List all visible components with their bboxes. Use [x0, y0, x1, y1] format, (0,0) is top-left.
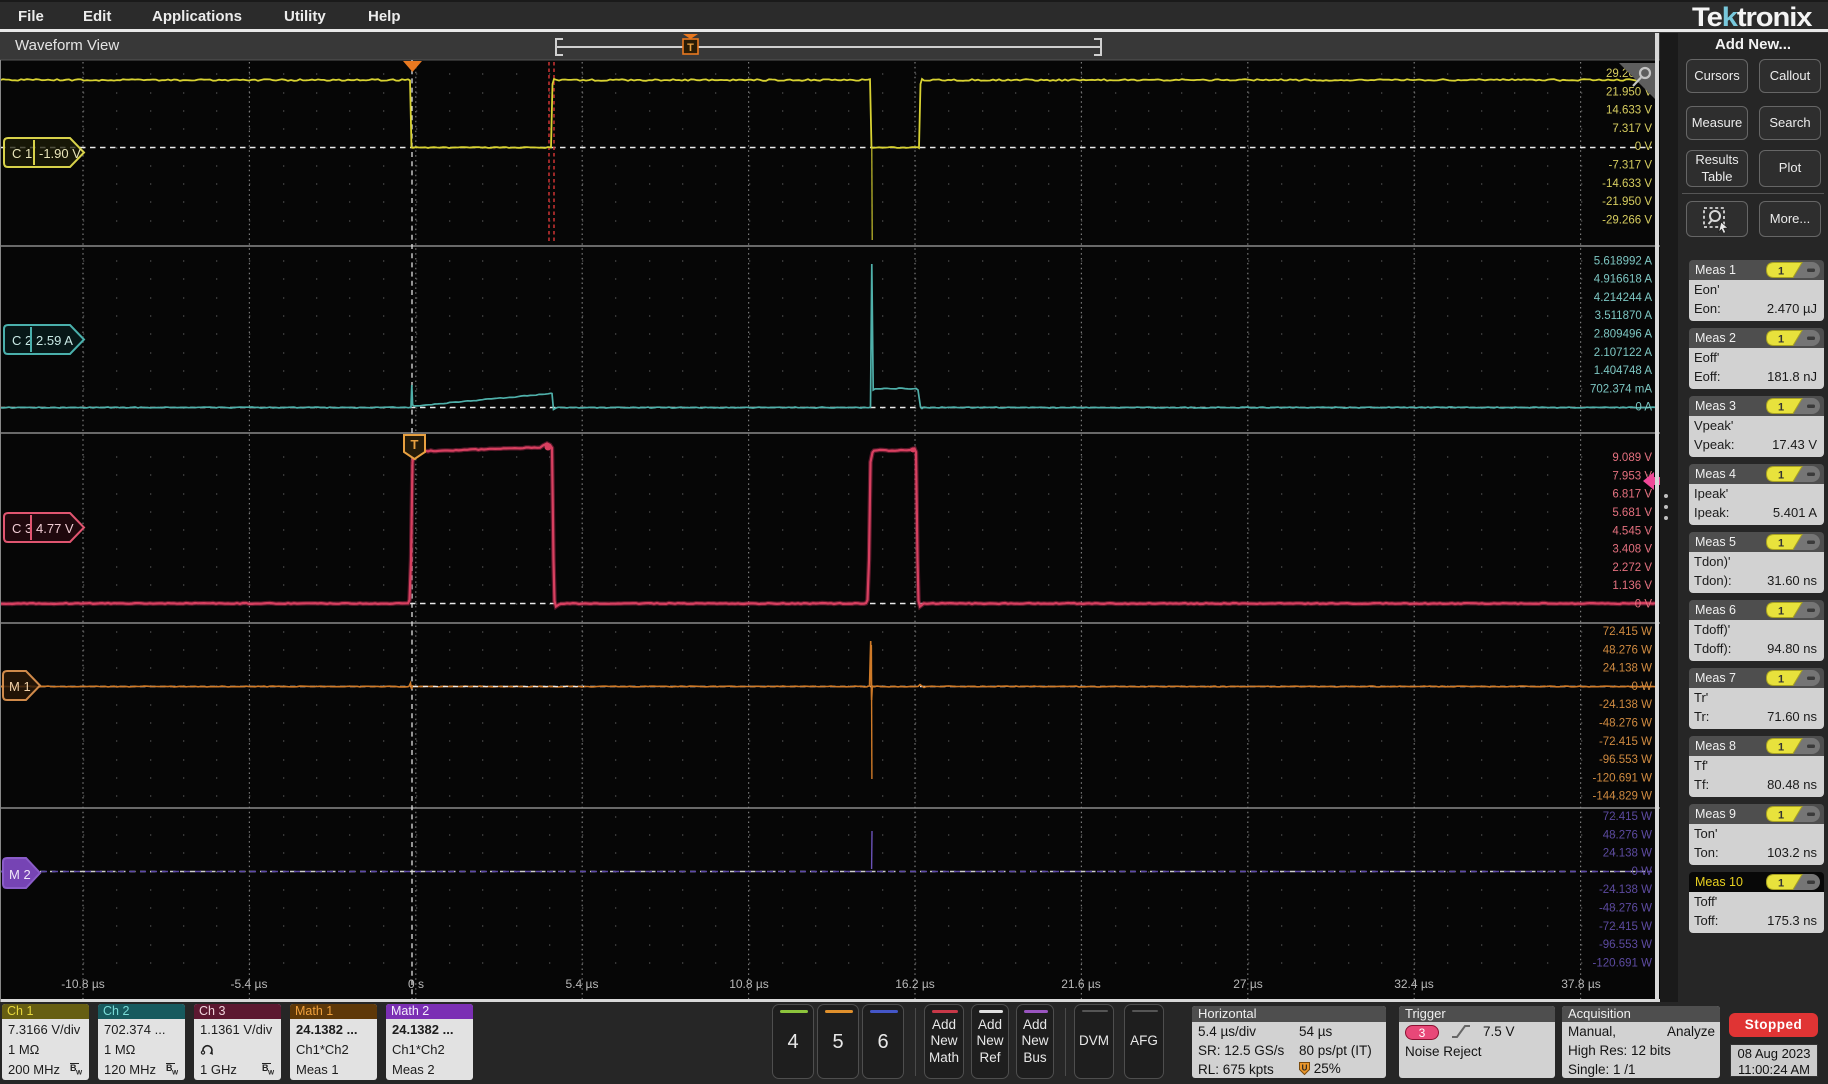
svg-text:6.817 V: 6.817 V	[1612, 489, 1652, 501]
svg-text:-144.829 W: -144.829 W	[1593, 791, 1653, 803]
svg-text:C 1: C 1	[12, 146, 32, 161]
svg-text:2.809496 A: 2.809496 A	[1594, 329, 1653, 341]
svg-text:U: U	[1302, 1064, 1308, 1073]
svg-text:5.681 V: 5.681 V	[1612, 507, 1652, 519]
svg-text:-24.138 W: -24.138 W	[1599, 884, 1652, 896]
svg-text:1: 1	[1778, 742, 1784, 754]
svg-text:9.089 V: 9.089 V	[1612, 452, 1652, 464]
svg-text:-24.138 W: -24.138 W	[1599, 699, 1652, 711]
svg-text:1: 1	[1778, 470, 1784, 482]
svg-text:W: W	[268, 1070, 275, 1076]
svg-text:16.2 µs: 16.2 µs	[895, 977, 935, 991]
svg-text:0 A: 0 A	[1635, 402, 1652, 414]
svg-text:-48.276 W: -48.276 W	[1599, 903, 1652, 915]
svg-text:C 2: C 2	[12, 333, 32, 348]
svg-text:-96.553 W: -96.553 W	[1599, 754, 1652, 766]
svg-text:-72.415 W: -72.415 W	[1599, 921, 1652, 933]
svg-text:1: 1	[1778, 674, 1784, 686]
svg-text:1.136 V: 1.136 V	[1612, 580, 1652, 592]
svg-text:702.374 mA: 702.374 mA	[1590, 383, 1652, 395]
svg-text:72.415 W: 72.415 W	[1603, 626, 1652, 638]
svg-text:C 3: C 3	[12, 521, 32, 536]
svg-text:0 s: 0 s	[408, 977, 424, 991]
svg-text:5.618992 A: 5.618992 A	[1594, 255, 1653, 267]
svg-text:5.4 µs: 5.4 µs	[566, 977, 599, 991]
svg-text:10.8 µs: 10.8 µs	[729, 977, 769, 991]
svg-text:1: 1	[1778, 402, 1784, 414]
svg-text:M 2: M 2	[9, 867, 31, 882]
svg-text:2.59 A: 2.59 A	[36, 333, 73, 348]
svg-text:-10.8 µs: -10.8 µs	[61, 977, 105, 991]
svg-text:M 1: M 1	[9, 679, 31, 694]
svg-text:24.138 W: 24.138 W	[1603, 848, 1652, 860]
svg-text:2.272 V: 2.272 V	[1612, 562, 1652, 574]
svg-text:1.404748 A: 1.404748 A	[1594, 365, 1653, 377]
svg-text:0 W: 0 W	[1632, 681, 1653, 693]
svg-text:-72.415 W: -72.415 W	[1599, 736, 1652, 748]
svg-text:1: 1	[1778, 878, 1784, 890]
svg-text:4.545 V: 4.545 V	[1612, 525, 1652, 537]
svg-text:37.8 µs: 37.8 µs	[1561, 977, 1601, 991]
svg-text:3.408 V: 3.408 V	[1612, 544, 1652, 556]
svg-text:-1.90 V: -1.90 V	[39, 146, 81, 161]
svg-text:-21.950 V: -21.950 V	[1602, 196, 1652, 208]
svg-text:0 V: 0 V	[1635, 141, 1653, 153]
svg-text:2.107122 A: 2.107122 A	[1594, 347, 1653, 359]
svg-text:24.138 W: 24.138 W	[1603, 663, 1652, 675]
svg-text:0 W: 0 W	[1632, 866, 1653, 878]
svg-text:1: 1	[1778, 334, 1784, 346]
svg-text:W: W	[76, 1070, 83, 1076]
svg-text:-29.266 V: -29.266 V	[1602, 214, 1652, 226]
svg-text:T: T	[411, 437, 419, 452]
svg-text:27 µs: 27 µs	[1233, 977, 1263, 991]
svg-text:21.6 µs: 21.6 µs	[1061, 977, 1101, 991]
svg-text:-48.276 W: -48.276 W	[1599, 718, 1652, 730]
svg-text:14.633 V: 14.633 V	[1606, 105, 1652, 117]
svg-text:-120.691 W: -120.691 W	[1593, 957, 1653, 969]
svg-text:72.415 W: 72.415 W	[1603, 811, 1652, 823]
svg-text:32.4 µs: 32.4 µs	[1394, 977, 1434, 991]
svg-text:-5.4 µs: -5.4 µs	[231, 977, 268, 991]
svg-text:3.511870 A: 3.511870 A	[1595, 310, 1653, 322]
svg-text:7.317 V: 7.317 V	[1612, 123, 1652, 135]
svg-text:48.276 W: 48.276 W	[1603, 829, 1652, 841]
svg-text:-7.317 V: -7.317 V	[1609, 160, 1653, 172]
svg-text:0 V: 0 V	[1635, 599, 1653, 611]
svg-text:4.916618 A: 4.916618 A	[1594, 274, 1653, 286]
svg-text:-120.691 W: -120.691 W	[1593, 772, 1653, 784]
svg-text:1: 1	[1778, 810, 1784, 822]
svg-text:4.77 V: 4.77 V	[36, 521, 74, 536]
svg-text:48.276 W: 48.276 W	[1603, 644, 1652, 656]
svg-text:-14.633 V: -14.633 V	[1602, 178, 1652, 190]
svg-text:-96.553 W: -96.553 W	[1599, 939, 1652, 951]
svg-text:4.214244 A: 4.214244 A	[1594, 292, 1653, 304]
svg-text:W: W	[172, 1070, 179, 1076]
svg-text:1: 1	[1778, 606, 1784, 618]
svg-text:1: 1	[1778, 266, 1784, 278]
svg-text:1: 1	[1778, 538, 1784, 550]
